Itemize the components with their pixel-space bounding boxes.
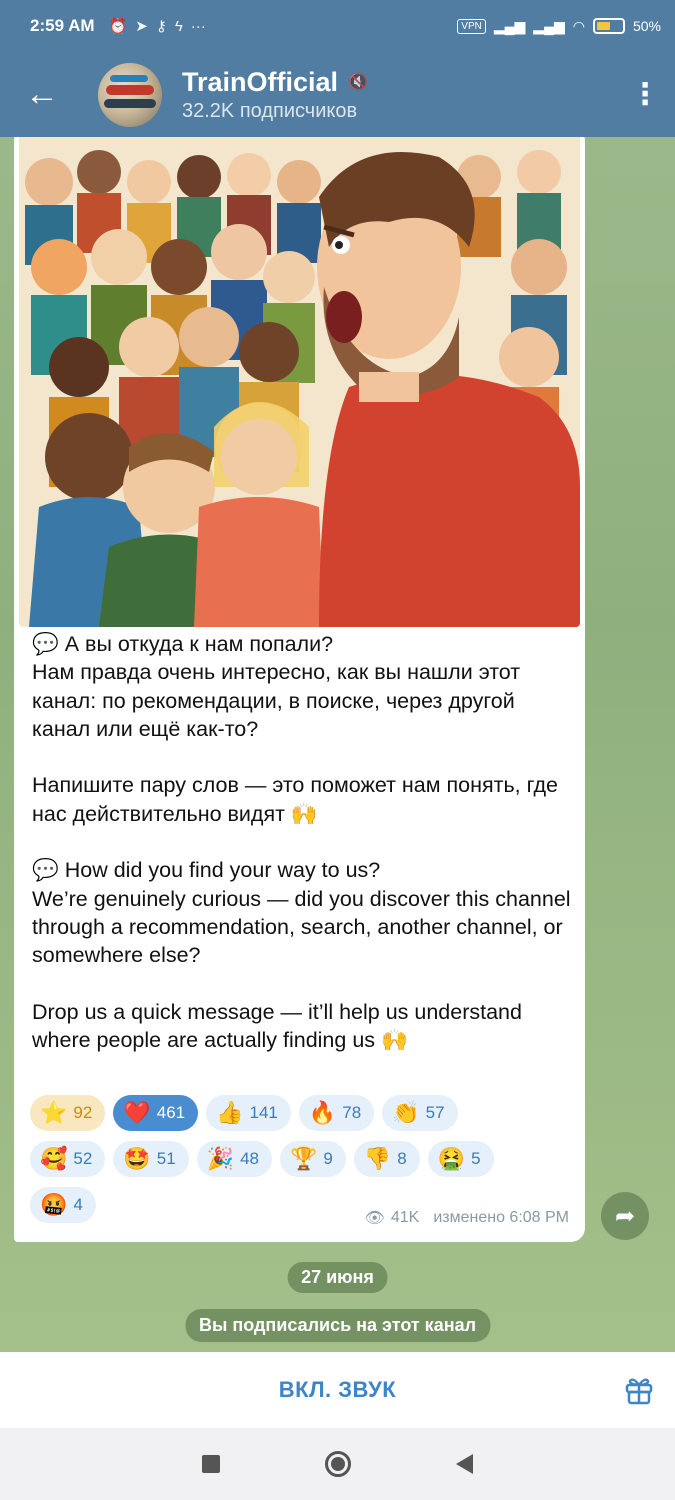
battery-percent: 50% bbox=[632, 18, 661, 34]
system-navbar bbox=[0, 1428, 675, 1500]
signal-icon: ▂▄▆ bbox=[493, 17, 526, 34]
vpn-badge: VPN bbox=[457, 18, 486, 34]
reaction-vomit[interactable]: 🤮 5 bbox=[427, 1141, 494, 1177]
message-photo[interactable] bbox=[19, 137, 580, 627]
channel-title: TrainOfficial bbox=[182, 66, 339, 97]
status-bar: 2:59 AM ⏰ ➤ ⚷ ϟ ··· VPN ▂▄▆ ▂▄▆ ◠ 50% bbox=[0, 0, 675, 52]
reaction-clap[interactable]: 👏 57 bbox=[382, 1095, 458, 1131]
share-arrow-icon: ➦ bbox=[614, 1202, 636, 1230]
message-ru-cta: Напишите пару слов — это поможет нам пон… bbox=[32, 773, 564, 826]
reaction-swearing[interactable]: 🤬 4 bbox=[30, 1187, 96, 1223]
message-bubble[interactable]: 💬 А вы откуда к нам попали? Нам правда о… bbox=[14, 137, 585, 1242]
more-options-button[interactable]: ⋮ bbox=[615, 77, 675, 112]
channel-info[interactable]: TrainOfficial 🔇 32.2K подписчиков bbox=[182, 67, 615, 123]
key-icon: ⚷ bbox=[155, 18, 167, 35]
channel-avatar[interactable] bbox=[98, 62, 162, 127]
muted-icon: 🔇 bbox=[348, 74, 368, 91]
home-button[interactable] bbox=[324, 1451, 351, 1477]
message-ru-body: Нам правда очень интересно, как вы нашли… bbox=[32, 660, 527, 741]
reaction-trophy[interactable]: 🏆 9 bbox=[279, 1141, 346, 1177]
subscriber-count: 32.2K подписчиков bbox=[182, 99, 358, 122]
reaction-star-struck[interactable]: 🤩 51 bbox=[113, 1141, 189, 1177]
reaction-party[interactable]: 🎉 48 bbox=[196, 1141, 272, 1177]
alarm-icon: ⏰ bbox=[108, 18, 128, 35]
reaction-thumbs-down[interactable]: 👎 8 bbox=[353, 1141, 420, 1177]
battery-icon bbox=[592, 18, 625, 34]
more-vertical-icon: ⋮ bbox=[630, 78, 660, 111]
gift-icon[interactable] bbox=[623, 1374, 655, 1406]
reaction-star[interactable]: ⭐ 92 bbox=[30, 1095, 106, 1131]
telegram-icon: ➤ bbox=[135, 18, 148, 35]
system-back-button[interactable] bbox=[455, 1454, 473, 1474]
view-count: 41K bbox=[390, 1209, 420, 1226]
reaction-smiling-hearts[interactable]: 🥰 52 bbox=[30, 1141, 106, 1177]
messenger-icon: ϟ bbox=[174, 17, 183, 35]
message-en-cta: Drop us a quick message — it’ll help us … bbox=[32, 999, 528, 1053]
recents-button[interactable] bbox=[202, 1455, 221, 1473]
wifi-icon: ◠ bbox=[572, 17, 585, 34]
message-text: 💬 А вы откуда к нам попали? Нам правда о… bbox=[32, 630, 572, 1054]
bottom-bar: ВКЛ. ЗВУК bbox=[0, 1352, 675, 1428]
back-button[interactable]: ← bbox=[0, 52, 84, 137]
message-en-question: 💬 How did you find your way to us? bbox=[32, 858, 381, 883]
message-ru-question: 💬 А вы откуда к нам попали? bbox=[32, 632, 334, 656]
arrow-left-icon: ← bbox=[25, 75, 59, 113]
message-meta: 👁 41K изменено 6:08 PM bbox=[365, 1208, 569, 1228]
illustration-crowd-shouting-man bbox=[19, 137, 580, 627]
message-en-body: We’re genuinely curious — did you discov… bbox=[32, 886, 577, 968]
signal-icon-2: ▂▄▆ bbox=[533, 17, 565, 34]
service-message: Вы подписались на этот канал bbox=[184, 1309, 491, 1342]
reaction-fire[interactable]: 🔥 78 bbox=[298, 1095, 375, 1131]
chat-header: ← TrainOfficial 🔇 32.2K подписчиков ⋮ bbox=[0, 52, 675, 137]
eye-icon: 👁 bbox=[364, 1210, 385, 1227]
edited-time: изменено 6:08 PM bbox=[433, 1209, 569, 1226]
reaction-thumbs-up[interactable]: 👍 141 bbox=[206, 1095, 291, 1131]
chat-area[interactable]: 💬 А вы откуда к нам попали? Нам правда о… bbox=[0, 137, 675, 1352]
forward-button[interactable]: ➦ bbox=[601, 1192, 649, 1240]
date-separator: 27 июня bbox=[287, 1262, 388, 1293]
status-time: 2:59 AM bbox=[30, 16, 95, 35]
reaction-heart[interactable]: ❤️ 461 bbox=[113, 1095, 199, 1131]
unmute-button[interactable]: ВКЛ. ЗВУК bbox=[279, 1377, 396, 1403]
more-notifications-icon: ··· bbox=[190, 17, 206, 35]
